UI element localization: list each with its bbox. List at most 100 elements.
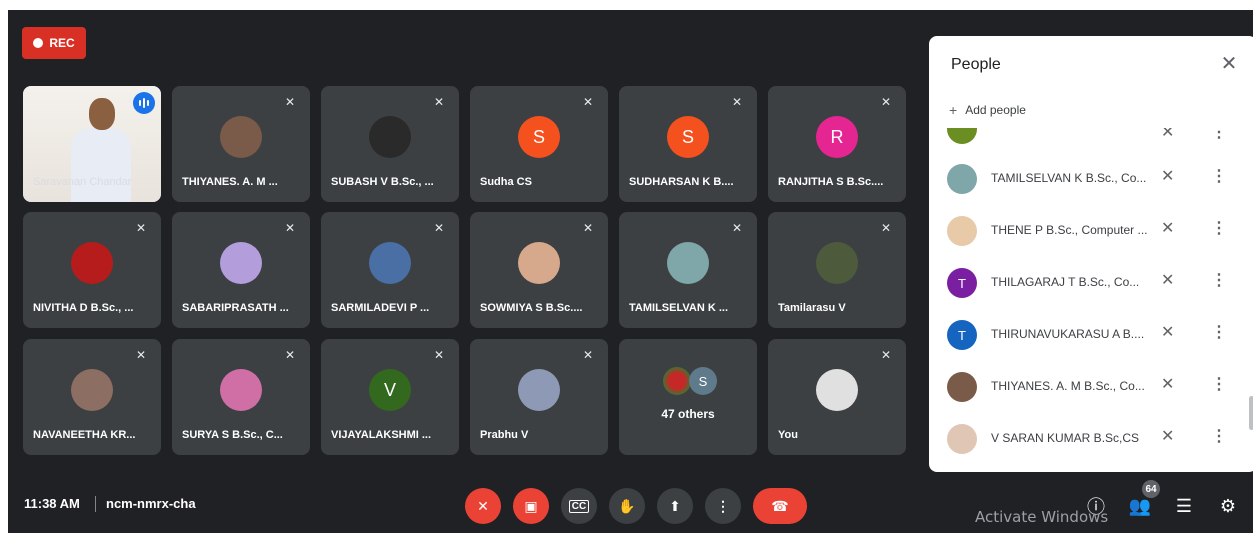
people-panel: People ✕ + Add people ✕ ⋮ TAMILSELVAN K … xyxy=(929,36,1253,472)
participant-avatar xyxy=(518,369,560,411)
participant-tile[interactable]: ✕ Prabhu V xyxy=(470,339,608,455)
person-avatar xyxy=(947,128,977,144)
activities-icon: ⚙ xyxy=(1219,495,1237,516)
participant-tile[interactable]: ✕ S SUDHARSAN K B.... xyxy=(619,86,757,202)
leave-call-button[interactable]: ☎ xyxy=(753,488,807,524)
more-options-icon[interactable]: ⋮ xyxy=(1211,128,1227,142)
participant-tile[interactable]: ✕ NIVITHA D B.Sc., ... xyxy=(23,212,161,328)
people-row[interactable]: THENE P B.Sc., Computer ... ✕ ⋮ xyxy=(929,204,1249,256)
meet-window: REC Saravanan Chandar ✕ THIYANES. A. M .… xyxy=(8,10,1253,533)
participant-count-badge: 64 xyxy=(1142,480,1160,498)
mic-off-icon: ✕ xyxy=(1161,128,1175,141)
rose-avatar xyxy=(663,367,691,395)
participant-name: RANJITHA S B.Sc.... xyxy=(778,176,884,188)
participant-name: Tamilarasu V xyxy=(778,302,846,314)
presenter-tile[interactable]: Saravanan Chandar xyxy=(23,86,161,202)
people-row[interactable]: THIYANES. A. M B.Sc., Co... ✕ ⋮ xyxy=(929,360,1249,412)
people-row[interactable]: ✕ ⋮ xyxy=(929,128,1249,152)
more-options-icon[interactable]: ⋮ xyxy=(1211,166,1227,186)
divider xyxy=(95,496,96,512)
recording-label: REC xyxy=(49,36,75,50)
camera-off-icon: ▣ xyxy=(524,497,538,514)
mic-off-icon: ✕ xyxy=(582,95,594,109)
mic-off-icon: ✕ xyxy=(1161,428,1175,445)
participant-name: NAVANEETHA KR... xyxy=(33,429,136,441)
add-person-icon: + xyxy=(949,102,958,118)
more-options-button[interactable]: ⋮ xyxy=(705,488,741,524)
presenter-name: Saravanan Chandar xyxy=(33,176,132,188)
mic-off-icon: ✕ xyxy=(731,221,743,235)
participant-name: TAMILSELVAN K ... xyxy=(629,302,728,314)
mic-off-icon: ✕ xyxy=(582,221,594,235)
participant-tile[interactable]: ✕ SOWMIYA S B.Sc.... xyxy=(470,212,608,328)
self-tile[interactable]: ✕ You xyxy=(768,339,906,455)
mic-off-icon: ✕ xyxy=(880,95,892,109)
person-avatar xyxy=(947,424,977,454)
people-icon: 👥 xyxy=(1128,495,1152,516)
mic-off-icon: ✕ xyxy=(433,348,445,362)
participant-name: SUDHARSAN K B.... xyxy=(629,176,734,188)
present-button[interactable]: ⬆ xyxy=(657,488,693,524)
participant-tile[interactable]: ✕ Tamilarasu V xyxy=(768,212,906,328)
more-options-icon[interactable]: ⋮ xyxy=(1211,218,1227,238)
participant-tile[interactable]: ✕ S Sudha CS xyxy=(470,86,608,202)
activities-button[interactable]: ⚙ xyxy=(1216,494,1240,518)
participant-avatar: S xyxy=(518,116,560,158)
more-options-icon[interactable]: ⋮ xyxy=(1211,426,1227,446)
mic-off-icon: ✕ xyxy=(880,221,892,235)
mic-off-icon: ✕ xyxy=(135,348,147,362)
mic-off-icon: ✕ xyxy=(1161,220,1175,237)
participant-tile[interactable]: ✕ SARMILADEVI P ... xyxy=(321,212,459,328)
add-people-button[interactable]: + Add people xyxy=(949,102,1026,118)
people-list: ✕ ⋮ TAMILSELVAN K B.Sc., Co... ✕ ⋮ THENE… xyxy=(929,128,1249,464)
others-avatars: S xyxy=(663,367,719,397)
participant-tile[interactable]: ✕ TAMILSELVAN K ... xyxy=(619,212,757,328)
people-row[interactable]: TAMILSELVAN K B.Sc., Co... ✕ ⋮ xyxy=(929,152,1249,204)
participant-avatar xyxy=(667,242,709,284)
participant-tile[interactable]: ✕ V VIJAYALAKSHMI ... xyxy=(321,339,459,455)
participant-tile[interactable]: ✕ SURYA S B.Sc., C... xyxy=(172,339,310,455)
participant-avatar xyxy=(220,116,262,158)
close-icon[interactable]: ✕ xyxy=(1217,52,1241,76)
panel-title: People xyxy=(951,56,1001,73)
others-tile[interactable]: S 47 others xyxy=(619,339,757,455)
camera-toggle-button[interactable]: ▣ xyxy=(513,488,549,524)
mic-off-icon: ✕ xyxy=(433,95,445,109)
panel-scrollbar[interactable] xyxy=(1249,396,1253,430)
person-name: THILAGARAJ T B.Sc., Co... xyxy=(991,275,1140,289)
hand-icon: ✋ xyxy=(618,497,636,514)
participant-avatar xyxy=(71,369,113,411)
participant-tile[interactable]: ✕ THIYANES. A. M ... xyxy=(172,86,310,202)
people-row[interactable]: T THIRUNAVUKARASU A B.... ✕ ⋮ xyxy=(929,308,1249,360)
participant-avatar xyxy=(220,369,262,411)
participant-tile[interactable]: ✕ SABARIPRASATH ... xyxy=(172,212,310,328)
mic-off-icon: ✕ xyxy=(582,348,594,362)
person-name: THIRUNAVUKARASU A B.... xyxy=(991,327,1145,341)
participant-name: Prabhu V xyxy=(480,429,529,441)
raise-hand-button[interactable]: ✋ xyxy=(609,488,645,524)
person-avatar xyxy=(947,372,977,402)
more-options-icon[interactable]: ⋮ xyxy=(1211,322,1227,342)
mic-off-icon: ✕ xyxy=(1161,324,1175,341)
people-row[interactable]: T THILAGARAJ T B.Sc., Co... ✕ ⋮ xyxy=(929,256,1249,308)
mic-toggle-button[interactable]: ✕ xyxy=(465,488,501,524)
people-row[interactable]: V SARAN KUMAR B.Sc,CS ✕ ⋮ xyxy=(929,412,1249,464)
participant-avatar xyxy=(816,242,858,284)
captions-button[interactable]: CC xyxy=(561,488,597,524)
participant-tile[interactable]: ✕ NAVANEETHA KR... xyxy=(23,339,161,455)
mic-off-icon: ✕ xyxy=(731,95,743,109)
participant-avatar: R xyxy=(816,116,858,158)
participant-tile[interactable]: ✕ SUBASH V B.Sc., ... xyxy=(321,86,459,202)
more-options-icon[interactable]: ⋮ xyxy=(1211,270,1227,290)
person-name: THIYANES. A. M B.Sc., Co... xyxy=(991,379,1145,393)
participant-avatar: S xyxy=(667,116,709,158)
self-avatar xyxy=(816,369,858,411)
chat-icon: ☰ xyxy=(1175,495,1193,516)
chat-button[interactable]: ☰ xyxy=(1172,494,1196,518)
participant-name: NIVITHA D B.Sc., ... xyxy=(33,302,134,314)
participant-avatar xyxy=(71,242,113,284)
participant-tile[interactable]: ✕ R RANJITHA S B.Sc.... xyxy=(768,86,906,202)
mic-off-icon: ✕ xyxy=(284,348,296,362)
person-name: V SARAN KUMAR B.Sc,CS xyxy=(991,431,1140,445)
more-options-icon[interactable]: ⋮ xyxy=(1211,374,1227,394)
